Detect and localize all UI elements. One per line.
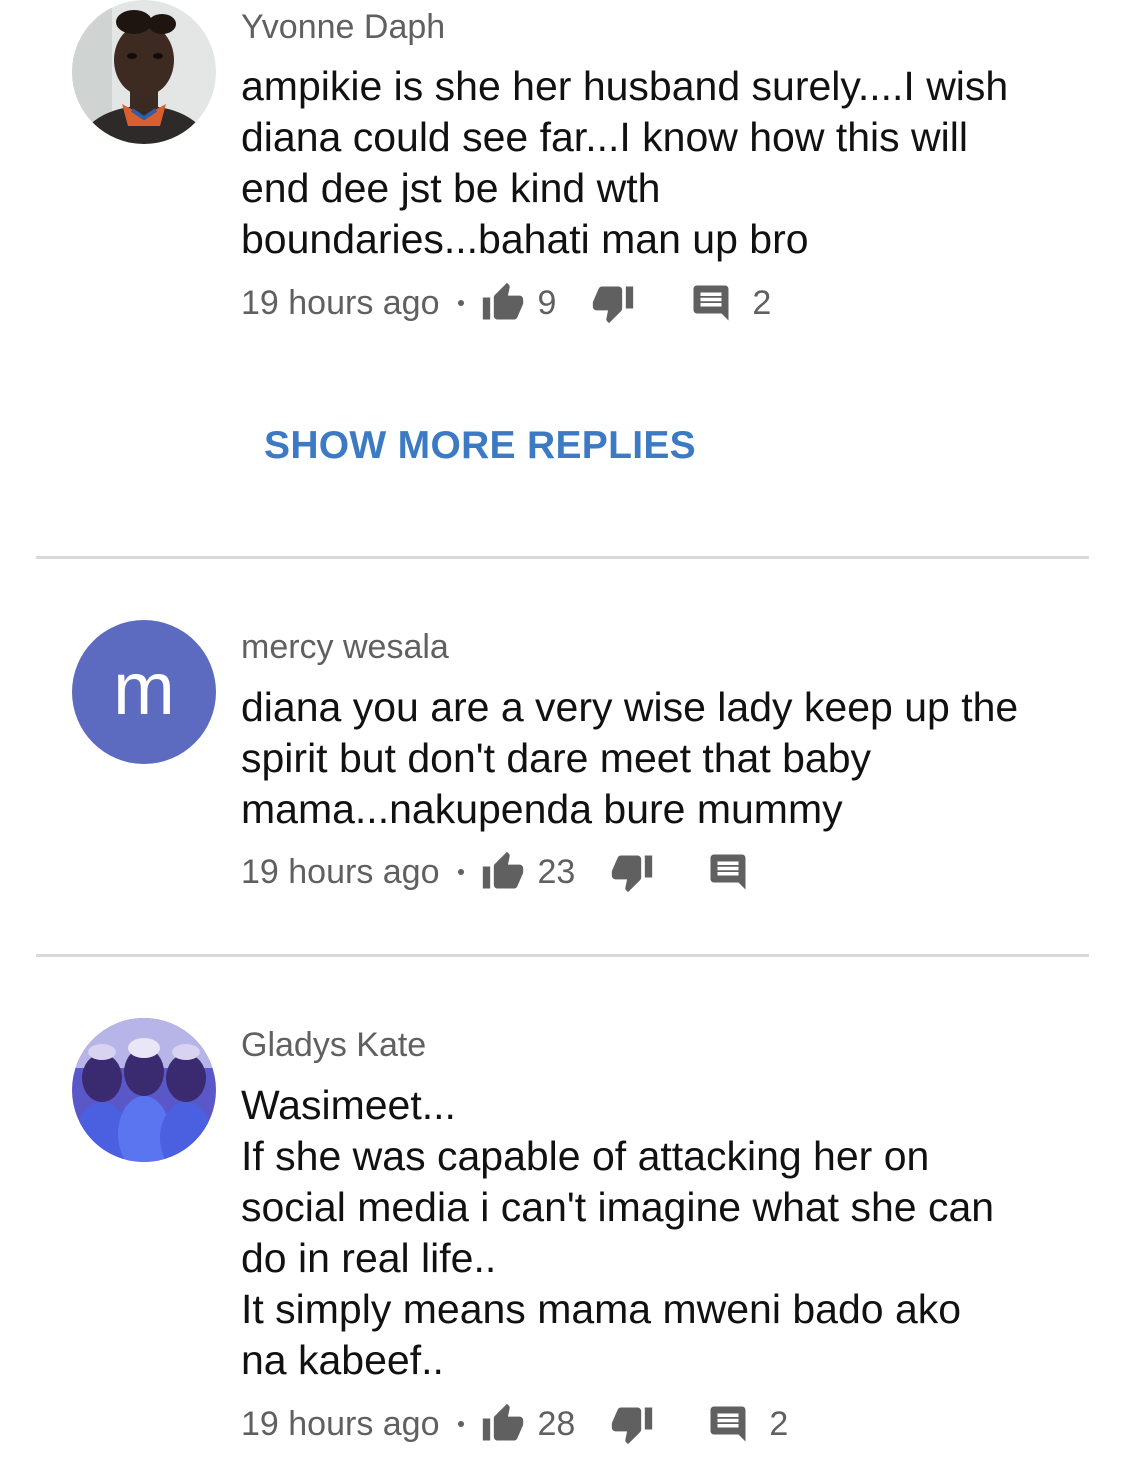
comment-timestamp: 19 hours ago (241, 1404, 440, 1443)
reply-button[interactable] (705, 850, 751, 894)
comment-text-line: diana could see far...I know how this wi… (241, 114, 968, 160)
comment-text-line: do in real life.. (241, 1235, 497, 1281)
separator-dot (457, 869, 464, 875)
divider (36, 556, 1089, 559)
thumbs-up-icon (482, 1403, 523, 1441)
like-button[interactable] (480, 281, 526, 325)
like-count: 9 (537, 283, 557, 322)
comment-meta: 19 hours ago 9 2 (241, 281, 771, 325)
like-button[interactable] (480, 1402, 526, 1446)
reply-button[interactable] (688, 281, 734, 325)
avatar[interactable]: m (72, 620, 216, 764)
comment-text-line: end dee jst be kind wth (241, 165, 661, 211)
comment-text-line: na kabeef.. (241, 1337, 444, 1383)
thumbs-down-icon (593, 286, 634, 324)
comment-text-line: If she was capable of attacking her on (241, 1133, 930, 1179)
comment-text-line: Wasimeet... (241, 1082, 456, 1128)
thumbs-down-icon (612, 1407, 653, 1445)
reply-count: 2 (769, 1404, 789, 1443)
reply-button[interactable] (705, 1402, 751, 1446)
comment-icon (710, 854, 746, 890)
dislike-button[interactable] (609, 1402, 655, 1446)
like-button[interactable] (480, 850, 526, 894)
avatar-letter: m (113, 647, 175, 730)
divider (36, 954, 1089, 957)
comment-author[interactable]: mercy wesala (241, 627, 449, 667)
comment-timestamp: 19 hours ago (241, 283, 440, 322)
reply-count: 2 (752, 283, 772, 322)
comment-text-line: ampikie is she her husband surely....I w… (241, 63, 1009, 109)
comment-author[interactable]: Gladys Kate (241, 1025, 426, 1065)
comment-text: ampikie is she her husband surely....I w… (241, 61, 1051, 265)
like-count: 28 (537, 1404, 576, 1443)
comment-author[interactable]: Yvonne Daph (241, 7, 445, 47)
thumbs-down-icon (612, 855, 653, 893)
comment-meta: 19 hours ago 28 2 (241, 1402, 788, 1446)
show-more-replies-button[interactable]: SHOW MORE REPLIES (264, 424, 696, 468)
avatar[interactable] (72, 0, 216, 144)
comment-text: diana you are a very wise lady keep up t… (241, 682, 1051, 835)
comment-text-line: diana you are a very wise lady keep up t… (241, 684, 1019, 730)
dislike-button[interactable] (590, 281, 636, 325)
separator-dot (457, 300, 464, 306)
comment-text-line: boundaries...bahati man up bro (241, 216, 809, 262)
like-count: 23 (537, 852, 576, 891)
comment-icon (710, 1406, 746, 1442)
avatar[interactable] (72, 1018, 216, 1162)
dislike-button[interactable] (609, 850, 655, 894)
comment-meta: 19 hours ago 23 (241, 850, 751, 894)
comment-timestamp: 19 hours ago (241, 852, 440, 891)
thumbs-up-icon (482, 282, 523, 320)
comment-text: Wasimeet... If she was capable of attack… (241, 1080, 1051, 1386)
thumbs-up-icon (482, 851, 523, 889)
comment-text-line: social media i can't imagine what she ca… (241, 1184, 995, 1230)
comment-text-line: spirit but don't dare meet that baby (241, 735, 872, 781)
comment-text-line: mama...nakupenda bure mummy (241, 786, 843, 832)
separator-dot (457, 1421, 464, 1427)
comment-icon (693, 285, 729, 321)
comment-text-line: It simply means mama mweni bado ako (241, 1286, 962, 1332)
